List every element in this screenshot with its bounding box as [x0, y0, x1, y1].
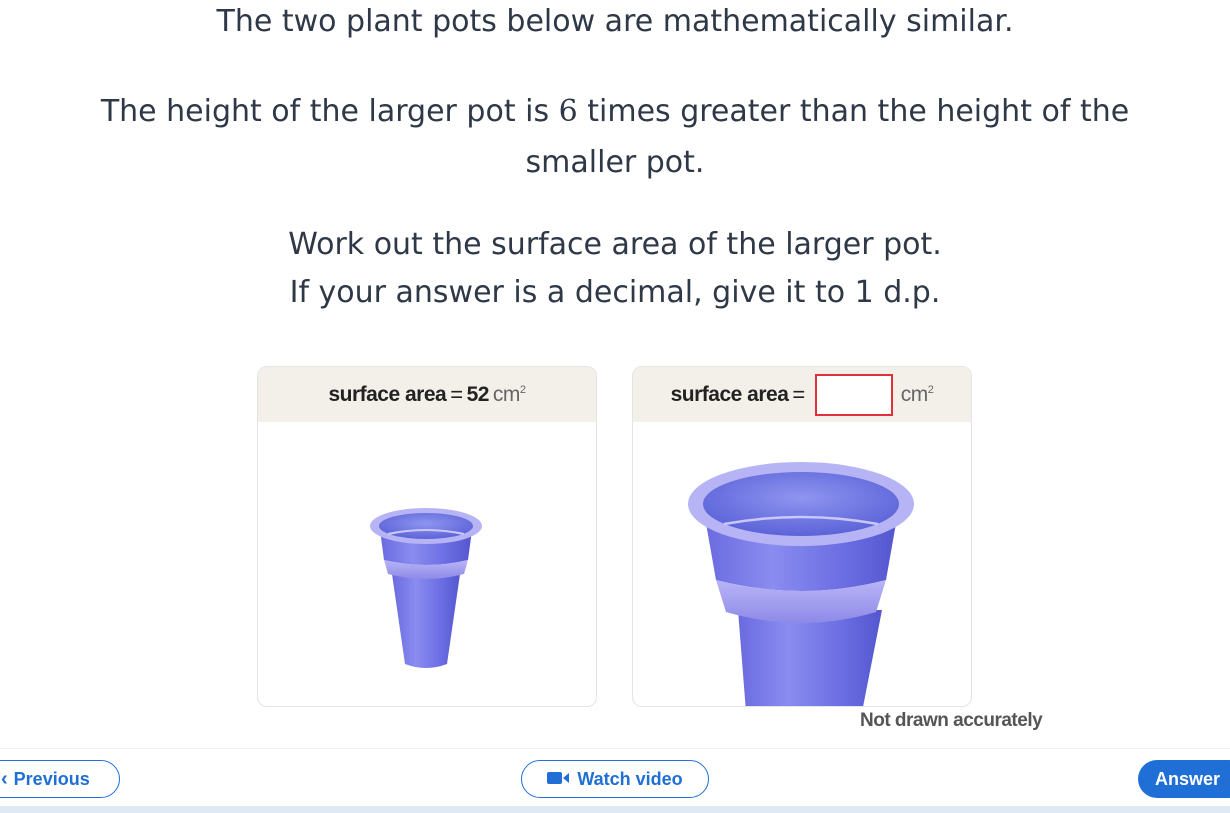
video-camera-icon	[547, 769, 570, 790]
chevron-left-icon: ‹	[1, 767, 8, 790]
footer-divider	[0, 748, 1230, 749]
answer-button[interactable]: Answer	[1138, 760, 1230, 798]
large-pot-illustration	[688, 462, 914, 706]
previous-label: Previous	[13, 768, 90, 789]
watch-video-label: Watch video	[577, 768, 683, 789]
height-factor: 6	[558, 94, 578, 129]
question-line-5: If your answer is a decimal, give it to …	[289, 275, 941, 310]
answer-input[interactable]	[814, 373, 893, 416]
previous-button[interactable]: ‹ Previous	[0, 760, 120, 798]
large-pot-card: surface area = cm2	[632, 366, 972, 707]
question-line-3: smaller pot.	[525, 145, 705, 180]
surface-area-label: surface area	[328, 382, 447, 406]
large-pot-header: surface area = cm2	[633, 367, 971, 422]
small-pot-illustration	[370, 508, 482, 668]
unit: cm2	[900, 382, 934, 406]
question-line-4: Work out the surface area of the larger …	[288, 227, 942, 262]
question-line-2: The height of the larger pot is 6 times …	[100, 94, 1130, 129]
equals-sign: =	[792, 381, 805, 407]
equals-sign: =	[450, 381, 463, 407]
watch-video-button[interactable]: Watch video	[521, 760, 709, 798]
small-pot-surface-area-value: 52	[466, 382, 490, 406]
not-drawn-accurately-note: Not drawn accurately	[860, 710, 1043, 731]
small-pot-card: surface area = 52 cm2	[257, 366, 597, 707]
unit: cm2	[492, 382, 526, 406]
small-pot-header: surface area = 52 cm2	[258, 367, 596, 422]
bottom-strip	[0, 806, 1230, 813]
question-line-1: The two plant pots below are mathematica…	[216, 4, 1014, 39]
answer-label: Answer	[1155, 768, 1221, 789]
surface-area-label: surface area	[670, 382, 789, 406]
